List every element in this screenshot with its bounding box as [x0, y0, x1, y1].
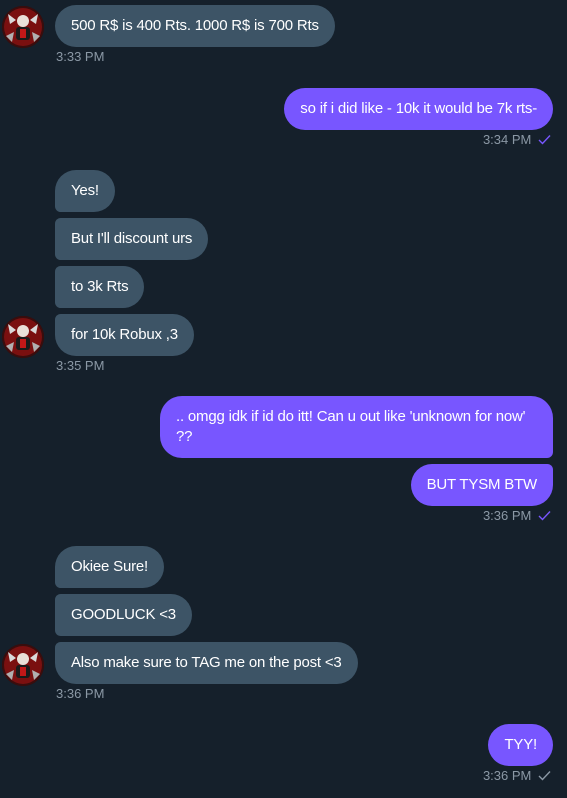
avatar[interactable]	[2, 6, 44, 48]
timestamp-text: 3:33 PM	[56, 49, 105, 64]
message-timestamp: 3:33 PM	[56, 48, 567, 66]
message-bubble[interactable]: Yes!	[55, 170, 115, 212]
outgoing-message-group: TYY! 3:36 PM	[0, 723, 567, 785]
message-timestamp: 3:35 PM	[56, 357, 567, 375]
message-bubble[interactable]: BUT TYSM BTW	[410, 464, 553, 506]
message-bubble[interactable]: .. omgg idk if id do itt! Can u out like…	[160, 396, 553, 458]
message-bubble[interactable]: But I'll discount urs	[55, 218, 209, 260]
incoming-message-group: 500 R$ is 400 Rts. 1000 R$ is 700 Rts 3:…	[0, 4, 567, 66]
avatar[interactable]	[2, 316, 44, 358]
timestamp-text: 3:36 PM	[56, 686, 105, 701]
outgoing-message-group: so if i did like - 10k it would be 7k rt…	[0, 87, 567, 149]
message-bubble[interactable]: GOODLUCK <3	[55, 594, 192, 636]
timestamp-text: 3:34 PM	[482, 132, 532, 147]
message-timestamp: 3:36 PM	[0, 767, 551, 785]
message-bubble[interactable]: TYY!	[488, 724, 553, 766]
message-bubble[interactable]: to 3k Rts	[55, 266, 145, 308]
timestamp-text: 3:36 PM	[482, 768, 532, 783]
check-icon	[538, 768, 551, 786]
double-check-icon	[538, 132, 551, 150]
conversation-thread[interactable]: 500 R$ is 400 Rts. 1000 R$ is 700 Rts 3:…	[0, 0, 567, 798]
message-timestamp: 3:36 PM	[56, 685, 567, 703]
message-timestamp: 3:34 PM	[0, 131, 551, 149]
timestamp-text: 3:36 PM	[482, 508, 532, 523]
message-bubble[interactable]: so if i did like - 10k it would be 7k rt…	[284, 88, 553, 130]
incoming-message-group: Okiee Sure! GOODLUCK <3 Also make sure t…	[0, 545, 567, 703]
timestamp-text: 3:35 PM	[56, 358, 105, 373]
message-bubble[interactable]: Okiee Sure!	[55, 546, 165, 588]
message-timestamp: 3:36 PM	[0, 507, 551, 525]
message-bubble[interactable]: 500 R$ is 400 Rts. 1000 R$ is 700 Rts	[55, 5, 335, 47]
message-bubble[interactable]: Also make sure to TAG me on the post <3	[55, 642, 358, 684]
outgoing-message-group: .. omgg idk if id do itt! Can u out like…	[0, 395, 567, 525]
message-bubble[interactable]: for 10k Robux ,3	[55, 314, 194, 356]
avatar[interactable]	[2, 644, 44, 686]
incoming-message-group: Yes! But I'll discount urs to 3k Rts for…	[0, 169, 567, 375]
double-check-icon	[538, 508, 551, 526]
